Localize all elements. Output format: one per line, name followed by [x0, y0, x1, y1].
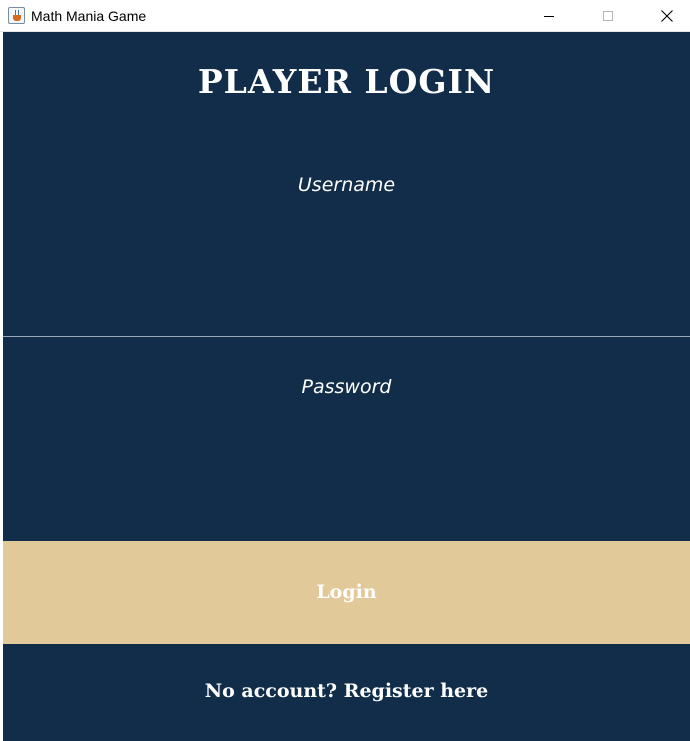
window-title: Math Mania Game [31, 8, 147, 24]
password-label: Password [301, 376, 392, 398]
login-panel: PLAYER LOGIN Username Password Login No … [3, 32, 690, 741]
app-window: Math Mania Game PLAYER LOGIN Username Pa… [0, 0, 690, 741]
minimize-icon [544, 15, 554, 17]
minimize-button[interactable] [526, 0, 572, 32]
page-title: PLAYER LOGIN [197, 62, 496, 101]
close-icon [661, 10, 673, 22]
title-bar[interactable]: Math Mania Game [0, 0, 690, 32]
username-label: Username [297, 174, 396, 196]
java-coffee-icon [8, 7, 25, 24]
close-button[interactable] [644, 0, 690, 32]
username-field[interactable]: Username [3, 142, 690, 337]
maximize-button[interactable] [585, 0, 631, 32]
password-field[interactable]: Password [3, 338, 690, 541]
maximize-icon [603, 11, 613, 21]
register-link[interactable]: No account? Register here [3, 680, 690, 702]
login-button[interactable]: Login [3, 541, 690, 644]
